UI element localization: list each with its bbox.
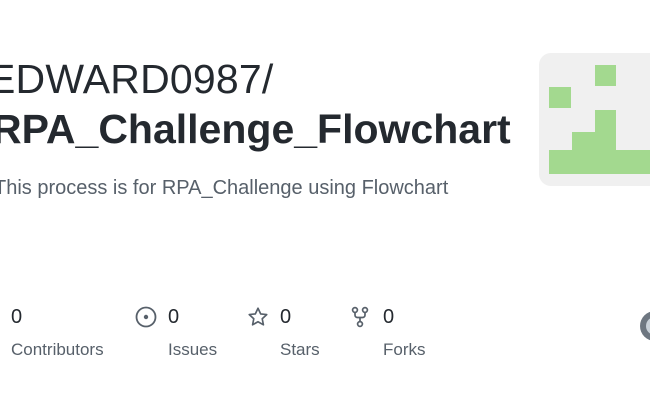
repo-owner[interactable]: EDWARD0987/ xyxy=(0,55,274,103)
contributors-count: 0 xyxy=(11,306,23,328)
contributors-stat[interactable]: 0 Contributors xyxy=(11,304,104,360)
star-icon xyxy=(247,306,269,328)
issues-count: 0 xyxy=(168,306,180,328)
repo-description: This process is for RPA_Challenge using … xyxy=(0,177,449,199)
github-logo-icon xyxy=(640,311,650,341)
forks-stat[interactable]: 0 Forks xyxy=(350,304,426,360)
stars-label: Stars xyxy=(280,340,320,359)
owner-identicon xyxy=(539,53,650,186)
issues-label: Issues xyxy=(168,340,218,359)
stars-stat[interactable]: 0 Stars xyxy=(247,304,320,360)
forks-count: 0 xyxy=(383,306,395,328)
contributors-label: Contributors xyxy=(11,340,104,359)
issue-opened-icon xyxy=(135,306,157,328)
identicon-icon xyxy=(549,65,650,174)
repo-name[interactable]: RPA_Challenge_Flowchart xyxy=(0,104,511,154)
repo-forked-icon xyxy=(350,306,372,328)
issues-stat[interactable]: 0 Issues xyxy=(135,304,217,360)
stars-count: 0 xyxy=(280,306,292,328)
forks-label: Forks xyxy=(383,340,426,359)
